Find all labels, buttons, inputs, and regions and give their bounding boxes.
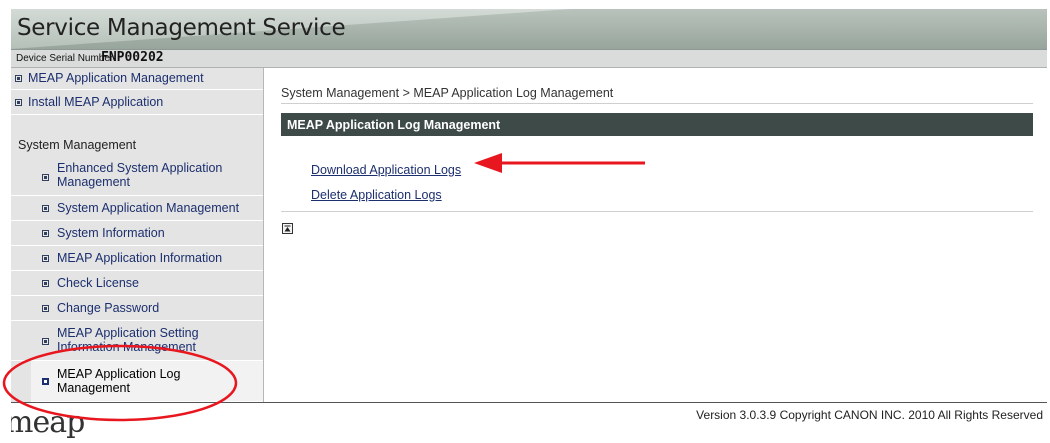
app-header: Service Management Service: [11, 9, 1047, 49]
page-title: Service Management Service: [17, 15, 346, 41]
sidebar-item-enhanced-system-application-management[interactable]: Enhanced System Application Management: [11, 157, 263, 196]
sidebar-section-system-management: System Management: [11, 132, 263, 157]
section-header: MEAP Application Log Management: [281, 113, 1033, 136]
label-line-2: Management: [57, 381, 130, 395]
sidebar-item-install-meap-application[interactable]: Install MEAP Application: [11, 90, 263, 115]
sidebar-item-system-information[interactable]: System Information: [11, 221, 263, 246]
sidebar-item-label: MEAP Application Information: [57, 251, 223, 265]
sidebar-item-meap-application-information[interactable]: MEAP Application Information: [11, 246, 263, 271]
square-bullet-icon: [42, 205, 49, 212]
sidebar-item-change-password[interactable]: Change Password: [11, 296, 263, 321]
footer: meap Version 3.0.3.9 Copyright CANON INC…: [11, 402, 1047, 443]
logo-text: meap: [11, 405, 85, 440]
app-window: Service Management Service Device Serial…: [11, 9, 1047, 443]
sidebar-item-label: Change Password: [57, 301, 160, 315]
sidebar-section-label: System Management: [18, 138, 137, 152]
device-serial-bar: Device Serial Number: FNP00202: [11, 49, 1047, 68]
sidebar: MEAP Application Management Install MEAP…: [11, 68, 264, 402]
download-application-logs-link[interactable]: Download Application Logs: [311, 163, 461, 177]
label-line-1: Enhanced System Application: [57, 161, 223, 175]
label-line-1: MEAP Application Log: [57, 367, 181, 381]
delete-application-logs-link[interactable]: Delete Application Logs: [311, 188, 442, 202]
sidebar-item-label: MEAP Application Management: [28, 71, 204, 85]
sidebar-item-label: MEAP Application Setting Information Man…: [57, 326, 199, 354]
label-line-2: Management: [57, 175, 130, 189]
section-title: MEAP Application Log Management: [287, 118, 501, 132]
square-bullet-icon: [42, 230, 49, 237]
content-divider: [281, 211, 1033, 212]
square-bullet-icon: [42, 280, 49, 287]
square-bullet-icon: [15, 99, 22, 106]
scroll-to-top-icon[interactable]: [282, 223, 293, 234]
square-bullet-icon: [42, 378, 49, 385]
square-bullet-icon: [42, 255, 49, 262]
square-bullet-icon: [42, 305, 49, 312]
sidebar-item-label: Check License: [57, 276, 139, 290]
sidebar-item-label: Install MEAP Application: [28, 95, 164, 109]
meap-logo: meap: [11, 405, 85, 440]
square-bullet-icon: [42, 174, 49, 181]
label-line-2: Information Management: [57, 340, 196, 354]
main-content: System Management > MEAP Application Log…: [264, 68, 1047, 402]
square-bullet-icon: [15, 75, 22, 82]
sidebar-item-meap-application-setting-information-management[interactable]: MEAP Application Setting Information Man…: [11, 321, 263, 361]
sidebar-item-check-license[interactable]: Check License: [11, 271, 263, 296]
version-text: Version 3.0.3.9 Copyright CANON INC. 201…: [696, 408, 1043, 422]
sidebar-item-label: Enhanced System Application Management: [57, 161, 222, 189]
sidebar-item-meap-application-management[interactable]: MEAP Application Management: [11, 68, 263, 90]
serial-value: FNP00202: [101, 50, 164, 65]
sidebar-item-label: MEAP Application Log Management: [57, 367, 180, 395]
breadcrumb: System Management > MEAP Application Log…: [281, 86, 1033, 104]
square-bullet-icon: [42, 338, 49, 345]
sidebar-item-label: System Application Management: [57, 201, 240, 215]
sidebar-item-label: System Information: [57, 226, 165, 240]
label-line-1: MEAP Application Setting: [57, 326, 199, 340]
sidebar-item-system-application-management[interactable]: System Application Management: [11, 196, 263, 221]
sidebar-item-meap-application-log-management[interactable]: MEAP Application Log Management: [31, 361, 263, 402]
